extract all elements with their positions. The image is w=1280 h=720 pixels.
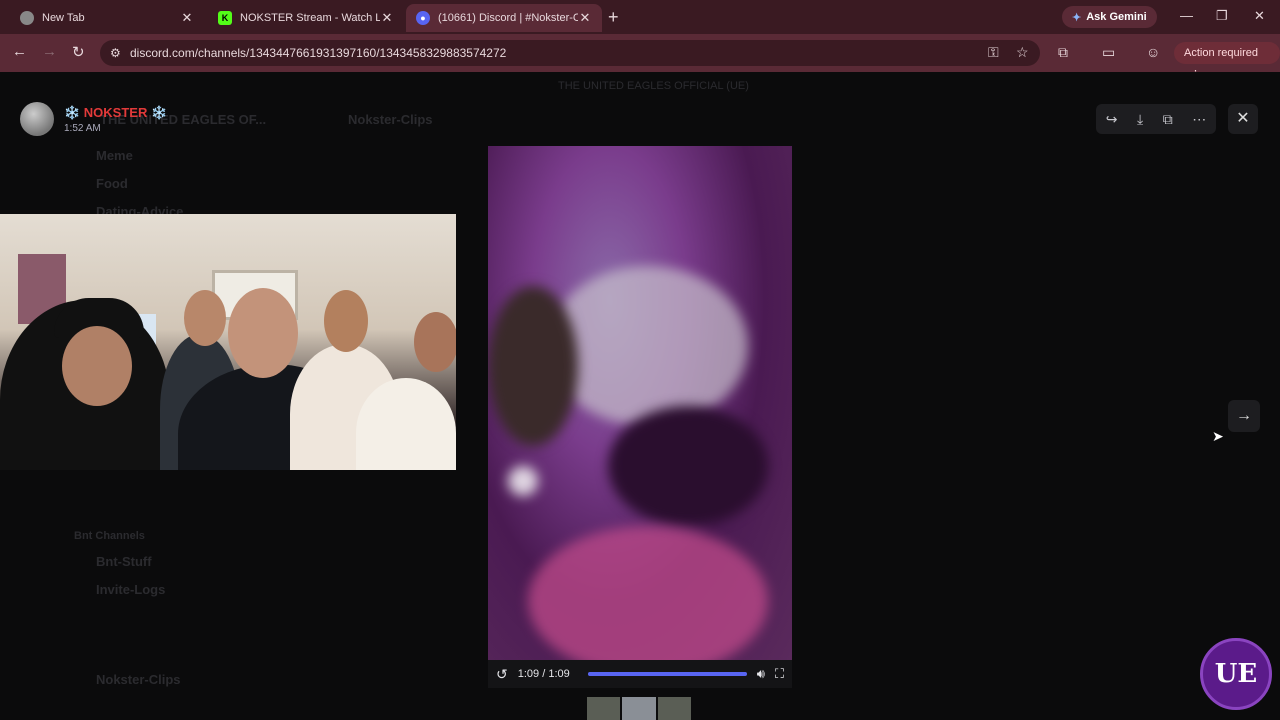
tab-label: NOKSTER Stream - Watch Live — [240, 12, 380, 24]
forward-button[interactable]: → — [42, 43, 57, 60]
video-progress-fill — [587, 672, 747, 676]
close-icon[interactable]: ✕ — [380, 10, 394, 26]
tab-label: New Tab — [42, 12, 85, 24]
person-fourth-face — [324, 290, 368, 352]
password-key-icon[interactable]: ⚿ — [988, 44, 999, 61]
person-right-face — [414, 312, 456, 372]
new-tab-button[interactable]: + — [608, 7, 619, 28]
video-blob — [488, 286, 578, 446]
video-blob — [608, 406, 768, 526]
volume-icon[interactable]: 🔊︎ — [757, 666, 765, 682]
window-close-button[interactable]: ✕ — [1254, 8, 1265, 24]
close-viewer-button[interactable]: ✕ — [1228, 104, 1258, 134]
maximize-button[interactable]: ❐ — [1216, 8, 1228, 24]
video-time: 1:09 / 1:09 — [517, 668, 570, 680]
server-banner: THE UNITED EAGLES OFFICIAL (UE) — [558, 80, 749, 92]
kick-icon: K — [218, 11, 232, 25]
author-name[interactable]: ❄️ NOKSTER ❄️ — [64, 105, 167, 121]
media-author: ❄️ NOKSTER ❄️ 1:52 AM — [20, 102, 167, 136]
close-icon[interactable]: ✕ — [180, 10, 194, 26]
person-right — [356, 378, 456, 470]
media-viewer: THE UNITED EAGLES OFFICIAL (UE) THE UNIT… — [0, 72, 1280, 720]
media-thumbnails — [587, 697, 691, 720]
back-button[interactable]: ← — [12, 43, 27, 60]
forward-share-icon[interactable]: ↪ — [1106, 111, 1118, 128]
video-current-time: 1:09 — [517, 668, 540, 680]
tab-label: (10661) Discord | #Nokster-Clip — [438, 12, 578, 24]
replay-icon[interactable]: ↺ — [496, 666, 508, 683]
channel-invite-logs: Invite-Logs — [96, 582, 166, 597]
thumbnail[interactable] — [657, 697, 691, 720]
minimize-button[interactable]: — — [1180, 8, 1193, 23]
video-total-time: 1:09 — [548, 668, 570, 680]
bookmark-star-icon[interactable]: ☆ — [1016, 44, 1029, 61]
thumbnail[interactable] — [622, 697, 656, 720]
category-bnt: Bnt Channels — [74, 530, 145, 542]
video-progress-bar[interactable] — [587, 672, 747, 676]
channel-meme: Meme — [96, 148, 133, 163]
person-second-face — [184, 290, 226, 346]
open-external-icon[interactable]: ⧉ — [1163, 111, 1173, 128]
url-text: discord.com/channels/1343447661931397160… — [130, 46, 507, 60]
download-icon[interactable]: ⤓ — [1137, 111, 1143, 128]
action-required-button[interactable]: Action required ⋮ — [1174, 42, 1280, 81]
post-time: 1:52 AM — [64, 122, 101, 134]
gemini-label: Ask Gemini — [1086, 11, 1147, 23]
tab-nokster-stream[interactable]: K NOKSTER Stream - Watch Live ✕ — [208, 4, 404, 32]
video-blob — [548, 266, 748, 426]
close-icon[interactable]: ✕ — [578, 10, 592, 26]
media-toolbar: ↪ ⤓ ⧉ ⋯ — [1096, 104, 1216, 134]
discord-icon: ● — [416, 11, 430, 25]
thumbnail[interactable] — [587, 697, 621, 720]
channel-food: Food — [96, 176, 128, 191]
tab-new-tab[interactable]: New Tab ✕ — [10, 4, 204, 32]
chrome-icon — [20, 11, 34, 25]
cast-icon[interactable]: ▭ — [1102, 44, 1115, 61]
video-player[interactable] — [488, 146, 792, 660]
person-left-face — [62, 326, 132, 406]
site-info-icon[interactable]: ⚙ — [110, 40, 121, 66]
reload-button[interactable]: ↻ — [72, 43, 85, 61]
avatar[interactable] — [20, 102, 54, 136]
video-blob — [528, 526, 768, 660]
ue-logo: UE — [1200, 638, 1272, 710]
video-controls: ↺ 1:09 / 1:09 🔊︎ ⛶ — [488, 660, 792, 688]
url-field[interactable]: ⚙ discord.com/channels/13434476619313971… — [100, 40, 1040, 66]
ask-gemini-button[interactable]: ✦ Ask Gemini — [1062, 6, 1157, 28]
address-bar-row: ← → ↻ ⚙ discord.com/channels/13434476619… — [0, 34, 1280, 81]
fullscreen-icon[interactable]: ⛶ — [775, 666, 784, 682]
profile-icon[interactable]: ☺ — [1146, 44, 1160, 60]
more-options-icon[interactable]: ⋯ — [1192, 111, 1206, 128]
extensions-icon[interactable]: ⧉ — [1058, 44, 1068, 61]
webcam-overlay — [0, 214, 456, 470]
channel-nokster-clips: Nokster-Clips — [96, 672, 181, 687]
gemini-icon: ✦ — [1072, 11, 1082, 24]
channel-header: Nokster-Clips — [348, 112, 433, 127]
tab-discord[interactable]: ● (10661) Discord | #Nokster-Clip ✕ — [406, 4, 602, 32]
mouse-cursor-icon: ➤ — [1212, 428, 1224, 444]
channel-bnt-stuff: Bnt-Stuff — [96, 554, 152, 569]
tab-bar: New Tab ✕ K NOKSTER Stream - Watch Live … — [0, 0, 1280, 34]
video-blob — [508, 466, 538, 496]
action-required-label: Action required — [1184, 47, 1258, 59]
person-center-face — [228, 288, 298, 378]
next-media-button[interactable]: → — [1228, 400, 1260, 432]
